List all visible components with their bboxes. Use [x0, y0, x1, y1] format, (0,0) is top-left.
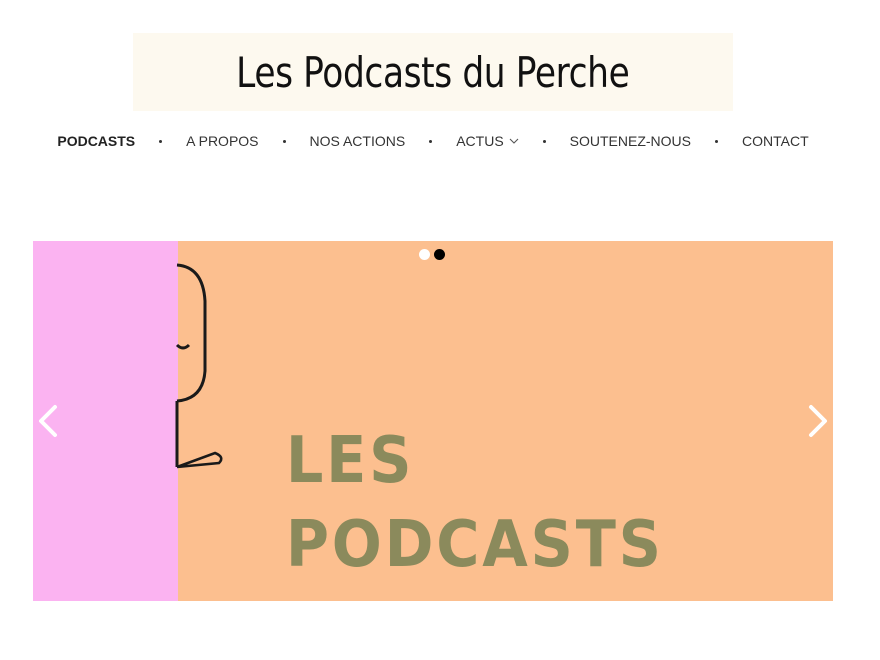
site-logo[interactable]: Les Podcasts du Perche	[133, 33, 733, 111]
hero-slider[interactable]: LES PODCASTS DU PERCHE	[33, 241, 833, 601]
bullet-icon	[282, 139, 286, 143]
slide-title-line1: LES PODCASTS	[285, 424, 664, 582]
bullet-icon	[542, 139, 546, 143]
nav-item-nos-actions[interactable]: NOS ACTIONS	[304, 133, 412, 149]
slider-dot-1[interactable]	[419, 249, 430, 260]
nav-item-contact[interactable]: CONTACT	[736, 133, 815, 149]
slider-dot-2[interactable]	[434, 249, 445, 260]
main-nav: PODCASTS A PROPOS NOS ACTIONS ACTUS SOUT…	[0, 128, 866, 154]
nav-item-podcasts[interactable]: PODCASTS	[51, 133, 141, 149]
nav-item-a-propos[interactable]: A PROPOS	[180, 133, 264, 149]
nav-item-actus[interactable]: ACTUS	[450, 133, 524, 149]
nav-item-soutenez-nous[interactable]: SOUTENEZ-NOUS	[564, 133, 697, 149]
slider-dots	[419, 249, 445, 260]
logo-text: Les Podcasts du Perche	[236, 47, 630, 97]
slide-title-line2: DU PERCHE	[273, 587, 770, 601]
chevron-left-icon[interactable]	[33, 401, 63, 441]
chevron-down-icon	[509, 138, 519, 144]
slide-title: LES PODCASTS DU PERCHE	[273, 419, 770, 601]
bullet-icon	[429, 139, 433, 143]
chevron-right-icon[interactable]	[803, 401, 833, 441]
page: Les Podcasts du Perche PODCASTS A PROPOS…	[0, 0, 880, 660]
bullet-icon	[159, 139, 163, 143]
nav-item-actus-label: ACTUS	[456, 133, 504, 149]
bullet-icon	[715, 139, 718, 143]
